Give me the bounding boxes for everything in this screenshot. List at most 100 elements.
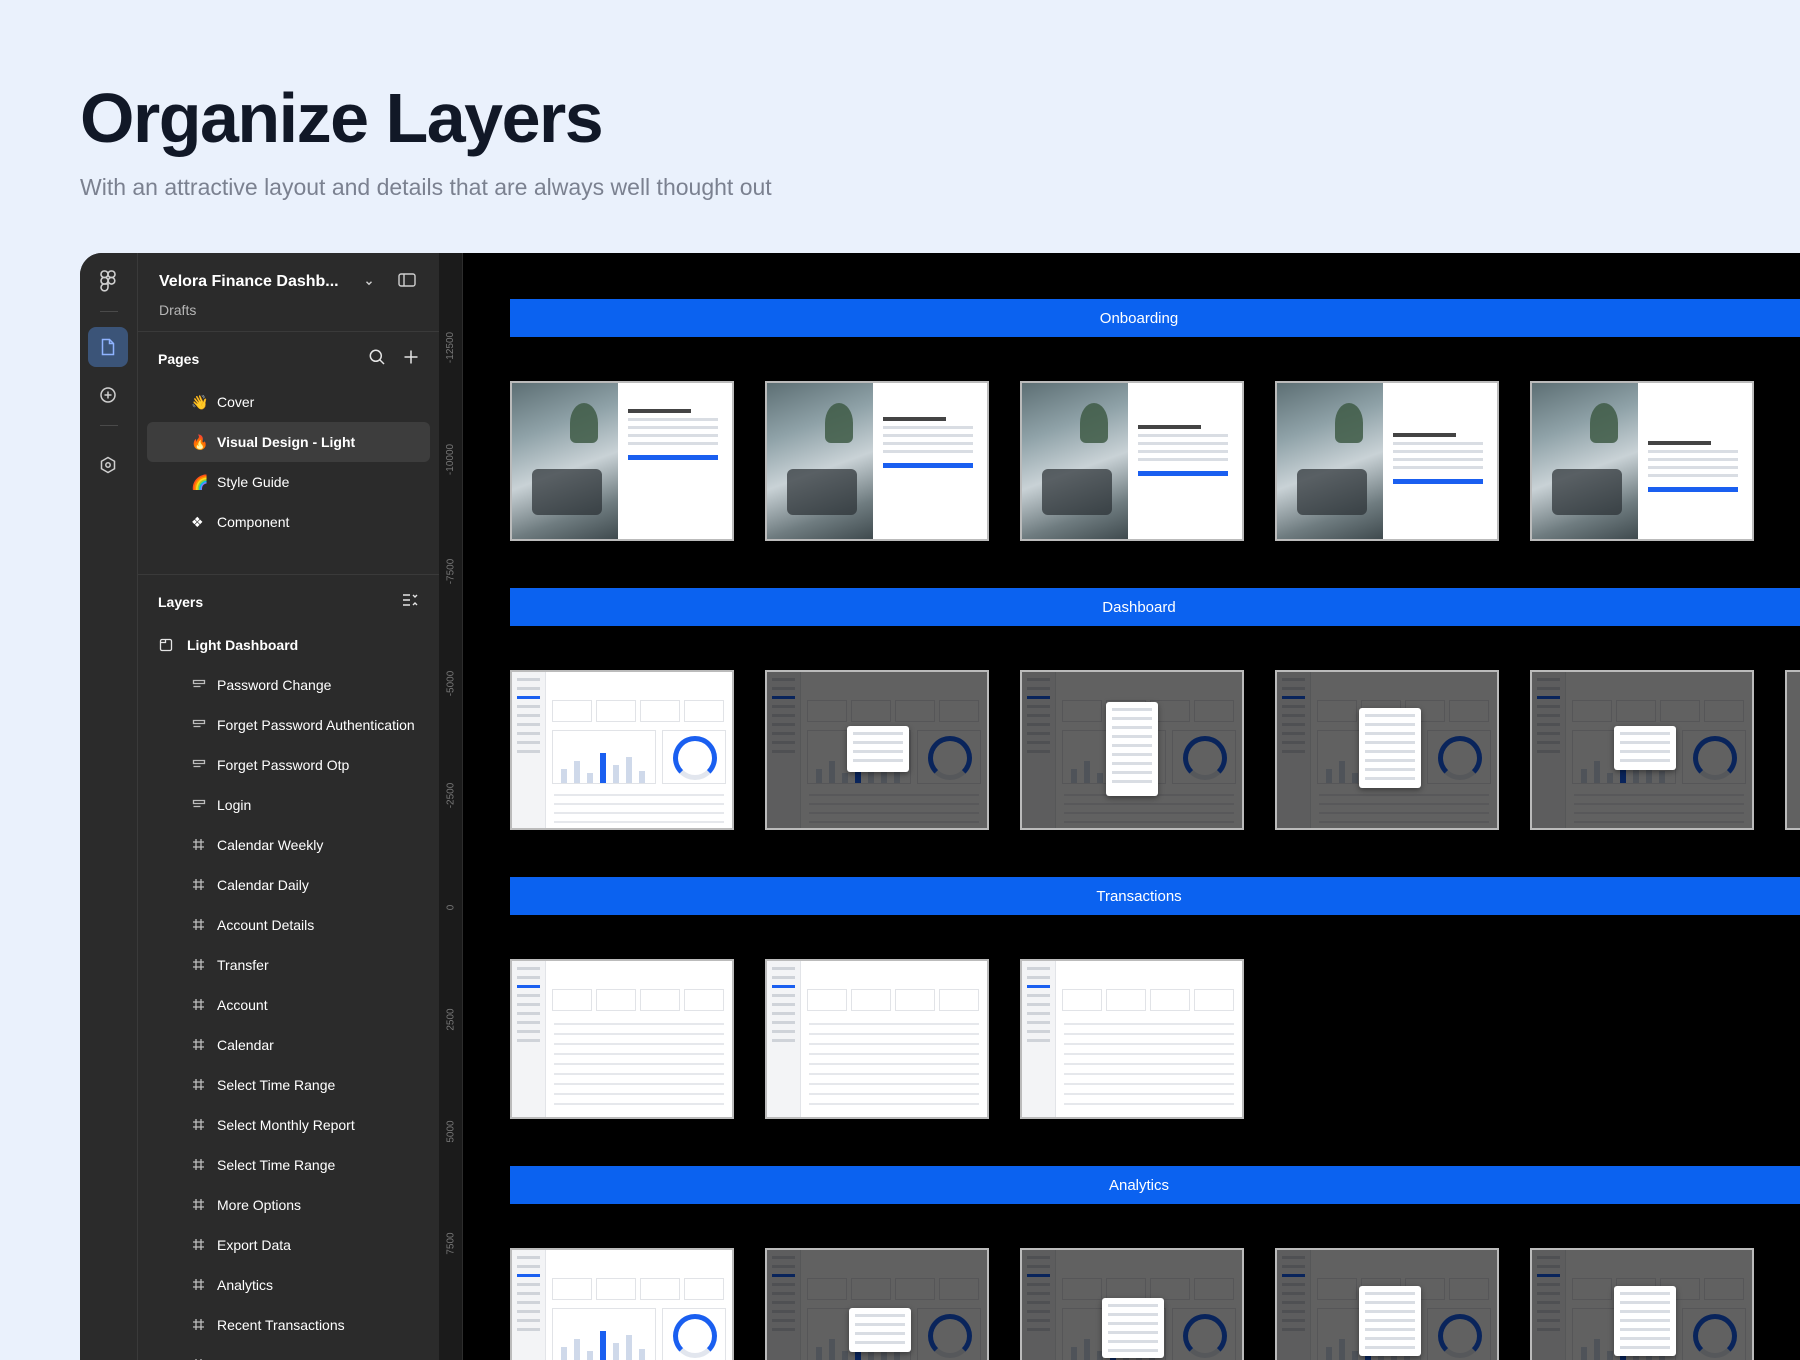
primary-button-preview (1648, 487, 1738, 492)
stat-card-preview (552, 700, 592, 722)
modal-preview (1614, 726, 1676, 770)
frame-thumbnail-transactions[interactable] (510, 959, 734, 1119)
frame-icon (192, 838, 205, 854)
section-banner-onboarding[interactable]: Onboarding (510, 299, 1800, 337)
add-page-icon[interactable] (402, 348, 420, 371)
layer-item[interactable]: Calendar Weekly (138, 825, 439, 865)
bar-preview (587, 1351, 593, 1360)
section-banner-analytics[interactable]: Analytics (510, 1166, 1800, 1204)
layer-item[interactable]: Recent Transactions (138, 1305, 439, 1345)
layer-item[interactable]: Account Details (138, 905, 439, 945)
layer-item[interactable]: Password Change (138, 665, 439, 705)
layer-item[interactable]: Forget Password Authentication (138, 705, 439, 745)
frame-thumbnail-onboarding[interactable] (510, 381, 734, 541)
gauge-card-preview (662, 730, 726, 784)
rail-divider (100, 311, 118, 312)
section-banner-transactions[interactable]: Transactions (510, 877, 1800, 915)
gauge-ring-preview (673, 1314, 717, 1358)
table-row-preview (554, 821, 724, 823)
login-form-preview (1648, 441, 1738, 492)
plugin-icon[interactable] (88, 445, 128, 485)
frame-thumbnail-dashboard[interactable] (1785, 670, 1800, 830)
frame-thumbnail-analytics[interactable] (1275, 1248, 1499, 1360)
layer-label: More Options (217, 1197, 302, 1213)
page-item-visual-design-light[interactable]: 🔥 Visual Design - Light (147, 422, 430, 462)
page-item-component[interactable]: ❖ Component (147, 502, 430, 542)
frame-thumbnail-dashboard[interactable] (1020, 670, 1244, 830)
table-row-preview (809, 1063, 979, 1065)
layer-item[interactable]: Calendar Daily (138, 865, 439, 905)
hero-photo (1532, 383, 1638, 539)
layer-item[interactable]: Calendar (138, 1025, 439, 1065)
stat-card-preview (807, 989, 847, 1011)
layer-label: Select Time Range (217, 1157, 336, 1173)
stat-card-preview (851, 989, 891, 1011)
layer-item[interactable]: More Options (138, 1185, 439, 1225)
frame-thumbnail-onboarding[interactable] (765, 381, 989, 541)
form-line (1138, 434, 1228, 437)
sidebar-preview (767, 961, 801, 1117)
table-row-preview (1064, 1053, 1234, 1055)
layer-label: Forget Password Otp (217, 757, 350, 773)
frame-thumbnail-analytics[interactable] (765, 1248, 989, 1360)
layer-label: Account Details (217, 917, 315, 933)
frame-thumbnail-analytics[interactable] (510, 1248, 734, 1360)
ruler-tick: 2500 (439, 989, 463, 1049)
chevron-down-icon[interactable] (364, 275, 374, 293)
bar-preview (626, 757, 632, 783)
ruler-tick: -10000 (439, 429, 463, 489)
collapse-layers-icon[interactable] (402, 593, 418, 612)
frame-thumbnail-transactions[interactable] (765, 959, 989, 1119)
file-title[interactable]: Velora Finance Dashb... (159, 273, 339, 291)
modal-preview (1614, 1286, 1676, 1356)
section-banner-dashboard[interactable]: Dashboard (510, 588, 1800, 626)
gauge-ring-preview (673, 736, 717, 780)
table-row-preview (554, 1093, 724, 1095)
frame-thumbnail-dashboard[interactable] (510, 670, 734, 830)
section-icon (192, 718, 206, 734)
layer-label: Select Time Range (217, 1077, 336, 1093)
layer-item[interactable]: Select Time Range (138, 1145, 439, 1185)
layer-item[interactable]: Select Time Range (138, 1065, 439, 1105)
assets-icon[interactable] (88, 375, 128, 415)
layer-item[interactable]: Export Data (138, 1225, 439, 1265)
form-line (1393, 458, 1483, 461)
file-location[interactable]: Drafts (159, 302, 196, 318)
frame-thumbnail-onboarding[interactable] (1530, 381, 1754, 541)
layer-item[interactable]: Select Monthly Report (138, 1105, 439, 1145)
frame-thumbnail-onboarding[interactable] (1275, 381, 1499, 541)
frame-thumbnail-dashboard[interactable] (765, 670, 989, 830)
frame-thumbnail-transactions[interactable] (1020, 959, 1244, 1119)
stat-card-preview (596, 700, 636, 722)
figma-logo-icon[interactable] (88, 261, 128, 301)
layer-item[interactable]: Forget Password Otp (138, 745, 439, 785)
frame-icon (192, 1158, 205, 1174)
layer-item[interactable]: Recent Transactions (138, 1345, 439, 1360)
modal-preview (1102, 1298, 1164, 1358)
frame-thumbnail-dashboard[interactable] (1530, 670, 1754, 830)
table-row-preview (554, 1023, 724, 1025)
layer-item[interactable]: Transfer (138, 945, 439, 985)
layer-label: Analytics (217, 1277, 274, 1293)
frame-thumbnail-analytics[interactable] (1530, 1248, 1754, 1360)
page-item-style-guide[interactable]: 🌈 Style Guide (147, 462, 430, 502)
layer-root-light-dashboard[interactable]: Light Dashboard (138, 625, 439, 665)
ruler-tick: -5000 (439, 653, 463, 713)
frame-thumbnail-analytics[interactable] (1020, 1248, 1244, 1360)
layer-label: Recent Transactions (217, 1317, 345, 1333)
design-canvas[interactable]: Onboarding Dashboard Transactions Analyt… (463, 253, 1800, 1360)
search-icon[interactable] (368, 348, 386, 371)
file-icon[interactable] (88, 327, 128, 367)
layer-item[interactable]: Analytics (138, 1265, 439, 1305)
page-item-cover[interactable]: 👋 Cover (147, 382, 430, 422)
hero-photo (1022, 383, 1128, 539)
table-row-preview (1064, 1103, 1234, 1105)
layer-label: Forget Password Authentication (217, 717, 415, 733)
table-row-preview (809, 1103, 979, 1105)
modal-preview (1106, 702, 1158, 796)
frame-thumbnail-dashboard[interactable] (1275, 670, 1499, 830)
layer-item[interactable]: Login (138, 785, 439, 825)
layer-item[interactable]: Account (138, 985, 439, 1025)
frame-thumbnail-onboarding[interactable] (1020, 381, 1244, 541)
sidebar-toggle-icon[interactable] (398, 273, 416, 292)
